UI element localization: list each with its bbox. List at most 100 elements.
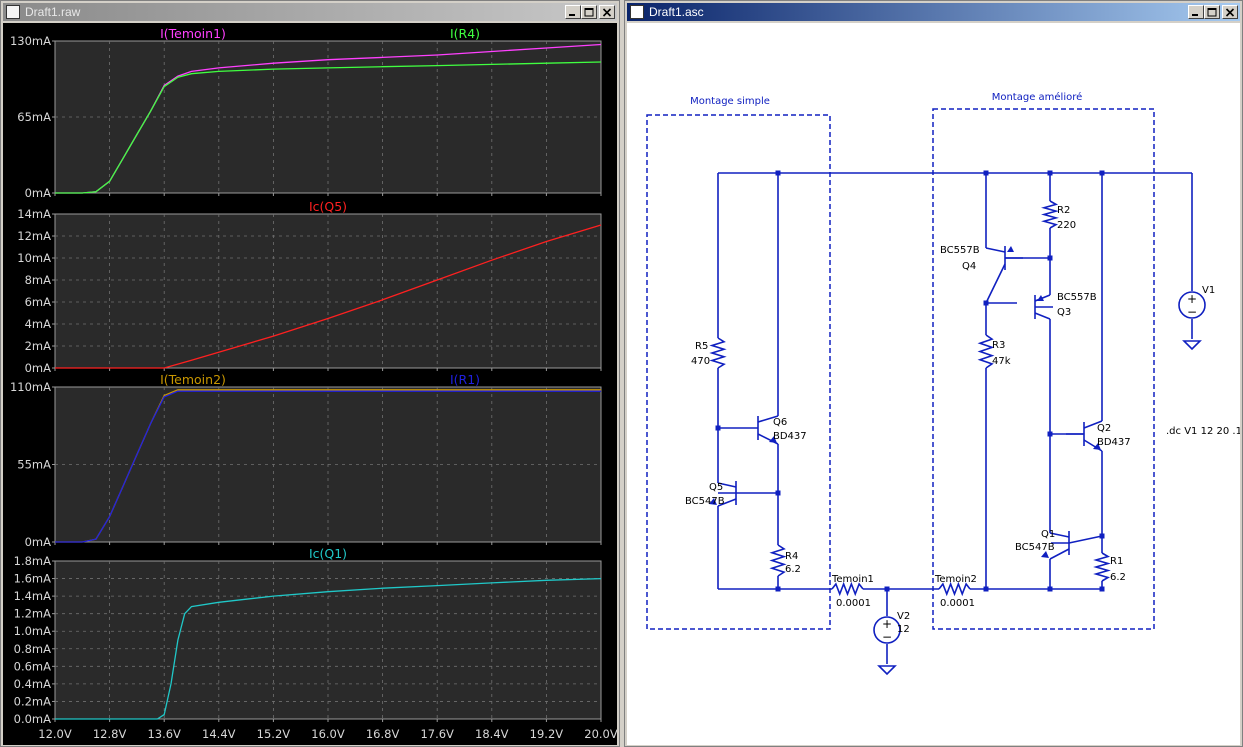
component-text: Q4 (962, 261, 976, 272)
maximize-button[interactable] (581, 5, 597, 19)
resistor (769, 544, 787, 577)
resistor (709, 337, 727, 369)
junction (983, 170, 989, 176)
x-tick-label: 18.4V (475, 727, 509, 741)
plot-pane: 0.0mA 0.2mA 0.4mA 0.6mA 0.8mA 1.0mA 1.2mA 1.4mA… (14, 546, 602, 726)
resistor (977, 334, 995, 369)
y-tick-label: 1.6mA (14, 572, 51, 586)
junction (775, 490, 781, 496)
minimize-button[interactable] (565, 5, 581, 19)
plus-sign: + (882, 617, 892, 631)
close-button[interactable] (599, 5, 615, 19)
y-tick-label: 0mA (25, 361, 52, 375)
x-tick-label: 15.2V (257, 727, 291, 741)
y-tick-label: 8mA (25, 273, 52, 287)
maximize-icon (1207, 7, 1217, 16)
waveform-window[interactable]: Draft1.raw 0mA 65mA 130mA I(Temoin1) I(R4) 0m… (0, 0, 620, 747)
close-button[interactable] (1222, 5, 1238, 19)
x-tick-label: 12.8V (93, 727, 127, 741)
ground-icon (877, 665, 897, 676)
schematic-svg[interactable]: Montage simple Montage amélioré+−+−R5470Q… (627, 23, 1242, 745)
junction (884, 586, 890, 592)
component-text: Q6 (773, 417, 787, 428)
junction (983, 300, 989, 306)
resistor (938, 581, 971, 597)
maximize-icon (584, 7, 594, 16)
schematic-icon (630, 5, 644, 19)
y-tick-label: 1.0mA (14, 624, 51, 638)
junction (1047, 431, 1053, 437)
y-tick-label: 4mA (25, 317, 52, 331)
component-text: Q2 (1097, 423, 1111, 434)
component-text: Q1 (1041, 529, 1055, 540)
component-text: R5 (695, 341, 708, 352)
y-tick-label: 1.2mA (14, 607, 51, 621)
minus-sign: − (882, 630, 892, 644)
component-text: BD437 (773, 431, 807, 442)
plot-pane: 0mA 55mA 110mA I(Temoin2) I(R1) (10, 372, 602, 549)
resistor (1093, 552, 1111, 582)
component-text: Temoin1 (831, 574, 874, 585)
x-tick-label: 20.0V (584, 727, 617, 741)
schematic-canvas[interactable]: Montage simple Montage amélioré + − + − R5 470 Q… (627, 23, 1242, 745)
emitter-arrow (1007, 246, 1014, 252)
schematic-window[interactable]: Draft1.asc Montage simple Montage amélior… (624, 0, 1243, 747)
component-text: V2 (897, 611, 910, 622)
waveform-plot-area[interactable]: 0mA 65mA 130mA I(Temoin1) I(R4) 0mA 2mA 4mA 6mA 8… (3, 23, 618, 745)
y-tick-label: 14mA (17, 207, 51, 221)
series-legend-label: I(R4) (450, 26, 480, 41)
y-tick-label: 1.4mA (14, 589, 51, 603)
close-icon (1225, 7, 1235, 17)
plots-svg[interactable]: 0mA 65mA 130mA I(Temoin1) I(R4) 0mA 2mA 4mA 6mA 8… (3, 23, 618, 745)
component-text: BC557B (1057, 292, 1097, 303)
box-simple (646, 114, 831, 630)
minimize-button[interactable] (1188, 5, 1204, 19)
y-tick-label: 12mA (17, 229, 51, 243)
waveform-titlebar[interactable]: Draft1.raw (3, 3, 617, 21)
maximize-button[interactable] (1204, 5, 1220, 19)
y-tick-label: 2mA (25, 339, 52, 353)
wire (985, 263, 1006, 304)
component-text: 47k (992, 356, 1011, 367)
x-tick-label: 13.6V (147, 727, 181, 741)
x-tick-label: 16.0V (311, 727, 345, 741)
junction (1099, 170, 1105, 176)
x-tick-label: 12.0V (38, 727, 72, 741)
x-tick-label: 16.8V (366, 727, 400, 741)
junction (1047, 586, 1053, 592)
x-tick-label: 19.2V (530, 727, 564, 741)
y-tick-label: 110mA (10, 380, 51, 394)
junction (715, 425, 721, 431)
component-text: BC547B (685, 496, 725, 507)
component-text: 6.2 (785, 564, 801, 575)
minus-sign: − (1187, 305, 1197, 319)
plus-sign: + (1187, 292, 1197, 306)
junction (983, 586, 989, 592)
component-text: R1 (1110, 556, 1123, 567)
y-tick-label: 0mA (25, 535, 52, 549)
y-tick-label: 6mA (25, 295, 52, 309)
component-text: BC547B (1015, 542, 1055, 553)
schematic-titlebar[interactable]: Draft1.asc (627, 3, 1240, 21)
close-icon (602, 7, 612, 17)
series-legend-label: Ic(Q1) (309, 546, 347, 561)
component-text: 12 (897, 624, 910, 635)
component-text: R3 (992, 340, 1005, 351)
series-legend-label: I(Temoin1) (160, 26, 226, 41)
component-text: R4 (785, 551, 798, 562)
y-tick-label: 65mA (17, 110, 51, 124)
junction (1099, 586, 1105, 592)
component-text: Q3 (1057, 307, 1071, 318)
component-text: Temoin2 (934, 574, 977, 585)
component-text: R2 (1057, 205, 1070, 216)
component-text: 470 (691, 356, 710, 367)
junction (1047, 170, 1053, 176)
y-tick-label: 0.8mA (14, 642, 51, 656)
resistor (831, 581, 864, 597)
y-tick-label: 130mA (10, 34, 51, 48)
component-text: 0.0001 (940, 598, 975, 609)
series-legend-label: I(Temoin2) (160, 372, 226, 387)
x-tick-label: 14.4V (202, 727, 236, 741)
junction (775, 170, 781, 176)
component-text: BC557B (940, 245, 980, 256)
